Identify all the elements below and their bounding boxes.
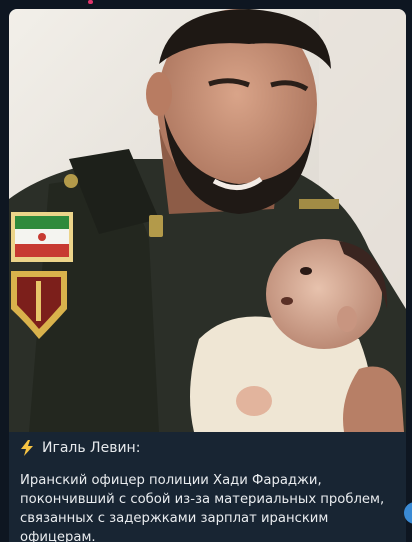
post-caption: Игаль Левин: Иранский офицер полиции Хад… <box>20 437 400 542</box>
top-strip <box>0 0 412 9</box>
post-photo[interactable] <box>9 9 406 432</box>
reaction-indicator <box>88 0 93 4</box>
post-text: Иранский офицер полиции Хади Фараджи, по… <box>20 473 385 542</box>
message-bubble: Игаль Левин: Иранский офицер полиции Хад… <box>9 9 406 542</box>
author-name: Игаль Левин: <box>42 440 141 456</box>
author-line: Игаль Левин: <box>20 437 400 459</box>
high-voltage-icon <box>21 440 33 456</box>
photo-image <box>9 9 406 432</box>
